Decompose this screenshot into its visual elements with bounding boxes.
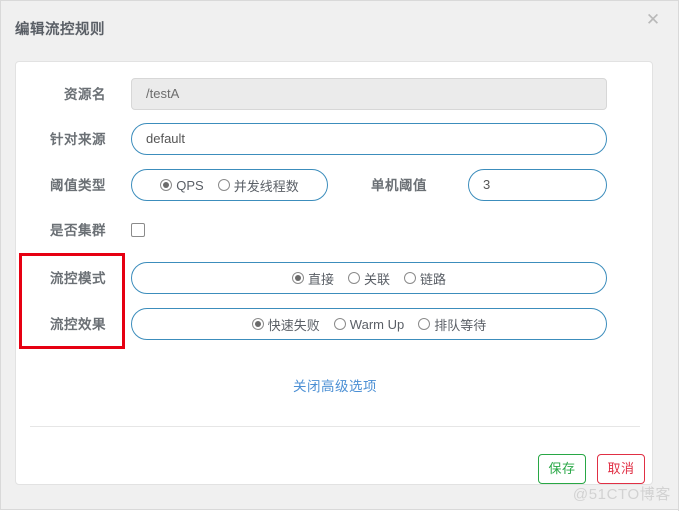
radio-circle-icon: [251, 318, 264, 330]
radio-label: QPS: [176, 177, 204, 193]
field-row-flow-effect: 流控效果 快速失败 Warm Up 排队等待: [16, 308, 654, 342]
resource-input[interactable]: /testA: [131, 78, 607, 110]
flow-effect-radio-group[interactable]: 快速失败 Warm Up 排队等待: [131, 308, 607, 340]
watermark: @51CTO博客: [572, 486, 671, 503]
radio-threshold-qps[interactable]: QPS: [160, 177, 204, 193]
edit-flow-rule-dialog: 编辑流控规则 ✕ 资源名 /testA 针对来源 default 阈值类型 QP…: [0, 0, 679, 511]
radio-label: 快速失败: [267, 317, 320, 333]
resource-label: 资源名: [64, 87, 106, 102]
radio-circle-icon: [333, 318, 346, 330]
threshold-type-radio-group[interactable]: QPS 并发线程数: [131, 169, 328, 201]
radio-label: 排队等待: [434, 317, 487, 333]
toggle-advanced-options-link[interactable]: 关闭高级选项: [16, 375, 654, 395]
radio-label: Warm Up: [349, 316, 405, 332]
radio-flow-effect-fail-fast[interactable]: 快速失败: [251, 315, 320, 334]
cluster-label: 是否集群: [50, 223, 106, 238]
field-row-flow-mode: 流控模式 直接 关联 链路: [16, 262, 654, 296]
radio-label: 直接: [307, 271, 334, 287]
dialog-header: 编辑流控规则 ✕: [1, 1, 679, 61]
field-row-threshold-type: 阈值类型 QPS 并发线程数 单机阈值 3: [16, 169, 654, 203]
origin-input[interactable]: default: [131, 123, 607, 155]
single-threshold-label: 单机阈值: [371, 178, 427, 193]
radio-label: 并发线程数: [233, 178, 299, 194]
radio-flow-mode-direct[interactable]: 直接: [291, 269, 334, 288]
cancel-button[interactable]: 取消: [597, 454, 645, 484]
radio-flow-mode-related[interactable]: 关联: [347, 269, 390, 288]
threshold-type-label: 阈值类型: [50, 178, 106, 193]
form-card: 资源名 /testA 针对来源 default 阈值类型 QPS 并发线程数 单…: [15, 61, 653, 485]
flow-mode-label: 流控模式: [50, 271, 106, 286]
field-row-resource: 资源名 /testA: [16, 78, 654, 112]
radio-circle-icon: [217, 179, 230, 191]
radio-flow-effect-warm-up[interactable]: Warm Up: [333, 316, 405, 332]
cluster-checkbox[interactable]: [131, 223, 145, 237]
radio-flow-mode-chain[interactable]: 链路: [404, 269, 446, 288]
radio-flow-effect-queue[interactable]: 排队等待: [418, 315, 486, 334]
flow-effect-label: 流控效果: [50, 317, 106, 332]
flow-mode-radio-group[interactable]: 直接 关联 链路: [131, 262, 607, 294]
radio-circle-icon: [160, 179, 173, 191]
footer-divider: [30, 426, 640, 427]
radio-circle-icon: [291, 272, 304, 284]
field-row-origin: 针对来源 default: [16, 123, 654, 157]
radio-label: 链路: [420, 271, 447, 287]
page-title: 编辑流控规则: [15, 22, 105, 38]
radio-label: 关联: [363, 271, 390, 287]
close-icon[interactable]: ✕: [642, 9, 664, 31]
radio-circle-icon: [404, 272, 416, 284]
radio-circle-icon: [418, 318, 431, 330]
single-threshold-input[interactable]: 3: [468, 169, 607, 201]
save-button[interactable]: 保存: [538, 454, 586, 484]
radio-threshold-threads[interactable]: 并发线程数: [217, 176, 299, 195]
field-row-cluster: 是否集群: [16, 214, 654, 248]
radio-circle-icon: [347, 272, 360, 284]
origin-label: 针对来源: [50, 132, 106, 147]
